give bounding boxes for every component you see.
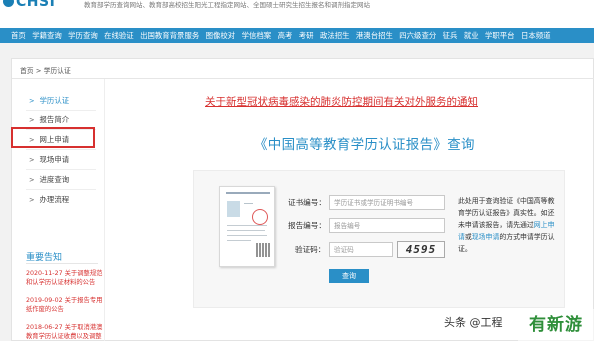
sidebar-item-label: 报告简介 xyxy=(39,115,70,124)
nav-item-gaokao[interactable]: 高考 xyxy=(278,30,293,41)
notice-item[interactable]: 2020-11-27 关于调整规范和认学历认证材料的公告 xyxy=(26,269,106,287)
sidebar-divider xyxy=(26,149,96,150)
nav-item-archive[interactable]: 学信档案 xyxy=(242,30,272,41)
sidebar: > 学历认证 > 报告简介 > 网上申请 > 现场申请 > 进度查询 > 办理流程 重要告知… xyxy=(12,79,105,341)
notices-divider xyxy=(26,263,98,264)
certificate-line xyxy=(244,203,253,204)
header-notice: 教育部学历查询网站、教育部高校招生阳光工程指定网站、全国硕士研究生招生报名和调剂… xyxy=(84,1,370,9)
watermark-text: 头条 @工程 xyxy=(444,316,503,329)
nav-item-zhengbing[interactable]: 征兵 xyxy=(443,30,458,41)
qr-code-icon xyxy=(256,243,270,257)
cert-number-label: 证书编号： xyxy=(288,198,326,207)
note-text: 或 xyxy=(464,233,472,241)
certificate-line xyxy=(227,235,267,236)
certificate-line xyxy=(227,225,267,226)
sidebar-item-label: 办理流程 xyxy=(39,195,70,204)
captcha-image[interactable]: 4595 xyxy=(397,241,445,258)
sidebar-divider xyxy=(26,189,96,190)
sidebar-divider xyxy=(26,169,96,170)
query-help-note: 此处用于查询验证《中国高等教育学历认证报告》真实性。如还未申请该报告，请先通过网… xyxy=(458,195,558,255)
nav-item-jiuye[interactable]: 就业 xyxy=(464,30,479,41)
chevron-right-icon: > xyxy=(29,176,35,184)
captcha-label: 验证码： xyxy=(295,245,326,254)
logo-icon xyxy=(3,0,14,7)
top-header: CHSI 教育部学历查询网站、教育部高校招生阳光工程指定网站、全国硕士研究生招生… xyxy=(0,0,594,28)
certificate-image xyxy=(219,186,275,267)
nav-item-xueli[interactable]: 学历查询 xyxy=(68,30,98,41)
nav-item-japan[interactable]: 日本频道 xyxy=(521,30,551,41)
cert-number-input[interactable] xyxy=(329,195,445,210)
certificate-seal-icon xyxy=(252,209,268,225)
breadcrumb: 首页 > 学历认证 xyxy=(20,67,71,75)
main-nav: 首页 学籍查询 学历查询 在线验证 出国教育背景服务 图像校对 学信档案 高考 … xyxy=(0,28,594,43)
notice-date: 2019-09-02 xyxy=(26,297,63,304)
chevron-right-icon: > xyxy=(29,116,35,124)
sidebar-item-label: 现场申请 xyxy=(39,155,70,164)
query-button[interactable]: 查询 xyxy=(329,269,369,283)
online-apply-highlight xyxy=(11,127,95,148)
nav-item-image-check[interactable]: 图像校对 xyxy=(206,30,236,41)
onsite-apply-link[interactable]: 现场申请 xyxy=(472,233,500,241)
sidebar-item-onsite-apply[interactable]: > 现场申请 xyxy=(29,154,69,165)
nav-item-cet[interactable]: 四六级查分 xyxy=(399,30,436,41)
sidebar-item-progress[interactable]: > 进度查询 xyxy=(29,174,69,185)
nav-item-xuezhi[interactable]: 学职平台 xyxy=(485,30,515,41)
chevron-right-icon: > xyxy=(29,196,35,204)
certificate-header-line xyxy=(226,192,270,194)
notice-date: 2018-06-27 xyxy=(26,324,63,331)
report-number-input[interactable] xyxy=(329,218,445,233)
sidebar-item-xueli-renzheng[interactable]: > 学历认证 xyxy=(29,95,69,106)
watermark-badge: 有新游 xyxy=(518,309,594,341)
report-query-title: 《中国高等教育学历认证报告》查询 xyxy=(254,137,475,153)
report-number-label: 报告编号： xyxy=(288,221,326,230)
sidebar-item-process[interactable]: > 办理流程 xyxy=(29,194,69,205)
covid-notice-link[interactable]: 关于新型冠状病毒感染的肺炎防控期间有关对外服务的通知 xyxy=(205,94,478,109)
captcha-input[interactable] xyxy=(329,242,393,257)
chsi-logo[interactable]: CHSI xyxy=(3,0,55,10)
nav-item-xueji[interactable]: 学籍查询 xyxy=(32,30,62,41)
logo-text: CHSI xyxy=(16,0,56,10)
nav-item-home[interactable]: 首页 xyxy=(11,30,26,41)
notice-item[interactable]: 2018-06-27 关于取消港澳教育学历认证收费以及调整认证受理范围的公告 xyxy=(26,323,106,341)
sidebar-divider xyxy=(26,110,96,111)
sidebar-item-label: 学历认证 xyxy=(39,96,70,105)
page: CHSI 教育部学历查询网站、教育部高校招生阳光工程指定网站、全国硕士研究生招生… xyxy=(0,0,594,341)
notice-item[interactable]: 2019-09-02 关于报告专用纸作废的公告 xyxy=(26,296,106,314)
chevron-right-icon: > xyxy=(29,97,35,105)
certificate-line xyxy=(227,230,265,231)
nav-item-gangao[interactable]: 港澳台招生 xyxy=(356,30,393,41)
nav-item-online-verify[interactable]: 在线验证 xyxy=(104,30,134,41)
chevron-right-icon: > xyxy=(29,156,35,164)
nav-item-overseas[interactable]: 出国教育背景服务 xyxy=(140,30,199,41)
query-form-panel: 证书编号： 报告编号： 验证码： 4595 查询 此处用于查询验证《中国高等教育… xyxy=(193,170,565,308)
nav-item-zhengfa[interactable]: 政法招生 xyxy=(320,30,350,41)
nav-item-kaoyan[interactable]: 考研 xyxy=(299,30,314,41)
sidebar-item-label: 进度查询 xyxy=(39,175,70,184)
notices-title: 重要告知 xyxy=(26,253,63,263)
sidebar-item-intro[interactable]: > 报告简介 xyxy=(29,114,69,125)
notice-date: 2020-11-27 xyxy=(26,270,63,277)
certificate-photo xyxy=(227,201,240,217)
certificate-line xyxy=(227,240,251,241)
